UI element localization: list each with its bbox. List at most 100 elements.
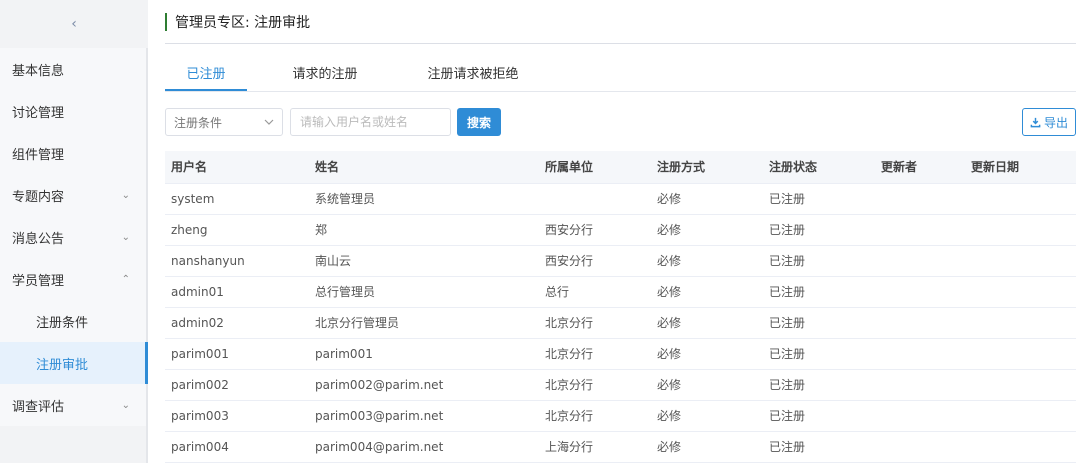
search-button[interactable]: 搜索 xyxy=(457,108,501,136)
cell-status: 已注册 xyxy=(763,245,875,277)
cell-status: 已注册 xyxy=(763,214,875,246)
cell-status: 已注册 xyxy=(763,307,875,339)
cell-username: nanshanyun xyxy=(165,245,309,277)
sidebar-item-basic-info[interactable]: 基本信息 xyxy=(0,48,146,90)
cell-username: zheng xyxy=(165,214,309,246)
sidebar-item-label: 消息公告 xyxy=(12,231,65,247)
cell-method: 必修 xyxy=(651,431,763,463)
cell-updater xyxy=(875,400,965,432)
table-row[interactable]: parim003 parim003@parim.net 北京分行 必修 已注册 xyxy=(165,400,1076,432)
cell-update-date xyxy=(965,431,1076,463)
tab-bar: 已注册 请求的注册 注册请求被拒绝 xyxy=(165,58,1076,92)
title-accent-bar xyxy=(165,13,167,31)
cell-username: system xyxy=(165,183,309,215)
cell-method: 必修 xyxy=(651,245,763,277)
column-header-unit[interactable]: 所属单位 xyxy=(539,151,651,184)
chevron-down-icon: ⌄ xyxy=(121,231,130,243)
export-label: 导出 xyxy=(1043,115,1068,130)
cell-unit: 北京分行 xyxy=(539,307,651,339)
cell-method: 必修 xyxy=(651,338,763,370)
column-header-status[interactable]: 注册状态 xyxy=(763,151,875,184)
header-divider xyxy=(165,43,1076,44)
cell-username: parim001 xyxy=(165,338,309,370)
cell-username: parim002 xyxy=(165,369,309,401)
cell-update-date xyxy=(965,245,1076,277)
cell-method: 必修 xyxy=(651,307,763,339)
cell-status: 已注册 xyxy=(763,183,875,215)
sidebar-item-label: 调查评估 xyxy=(12,399,65,415)
sidebar-item-components[interactable]: 组件管理 xyxy=(0,132,146,174)
cell-unit: 北京分行 xyxy=(539,400,651,432)
cell-name: 总行管理员 xyxy=(309,276,539,308)
sidebar-item-label: 注册审批 xyxy=(36,357,89,373)
sidebar-item-label: 注册条件 xyxy=(36,315,89,331)
table-row[interactable]: nanshanyun 南山云 西安分行 必修 已注册 xyxy=(165,245,1076,277)
tab-requested[interactable]: 请求的注册 xyxy=(275,58,375,92)
cell-name: 系统管理员 xyxy=(309,183,539,215)
cell-updater xyxy=(875,431,965,463)
table-row[interactable]: parim004 parim004@parim.net 上海分行 必修 已注册 xyxy=(165,431,1076,463)
search-input[interactable] xyxy=(290,108,451,136)
cell-unit: 西安分行 xyxy=(539,214,651,246)
cell-updater xyxy=(875,338,965,370)
sidebar-item-discussion[interactable]: 讨论管理 xyxy=(0,90,146,132)
cell-update-date xyxy=(965,369,1076,401)
cell-updater xyxy=(875,369,965,401)
collapse-sidebar-button[interactable]: ‹ xyxy=(0,0,148,48)
export-button[interactable]: 导出 xyxy=(1022,108,1076,136)
table-row[interactable]: parim002 parim002@parim.net 北京分行 必修 已注册 xyxy=(165,369,1076,401)
cell-update-date xyxy=(965,307,1076,339)
cell-update-date xyxy=(965,338,1076,370)
sidebar-item-label: 学员管理 xyxy=(12,273,65,289)
table-row[interactable]: parim001 parim001 北京分行 必修 已注册 xyxy=(165,338,1076,370)
sidebar-item-surveys[interactable]: 调查评估 ⌄ xyxy=(0,384,146,426)
cell-status: 已注册 xyxy=(763,276,875,308)
tab-rejected[interactable]: 注册请求被拒绝 xyxy=(410,58,536,92)
cell-status: 已注册 xyxy=(763,338,875,370)
cell-update-date xyxy=(965,276,1076,308)
column-header-method[interactable]: 注册方式 xyxy=(651,151,763,184)
table-body: system 系统管理员 必修 已注册 zheng 郑西安分行 必修 已注册 nanshanyu… xyxy=(165,183,1076,463)
cell-status: 已注册 xyxy=(763,431,875,463)
column-header-update-date[interactable]: 更新日期 xyxy=(965,151,1076,184)
condition-select-value: 注册条件 xyxy=(174,115,223,130)
sidebar-item-topics[interactable]: 专题内容 ⌄ xyxy=(0,174,146,216)
cell-name: 郑 xyxy=(309,214,539,246)
cell-name: parim003@parim.net xyxy=(309,400,539,432)
cell-unit: 北京分行 xyxy=(539,338,651,370)
sidebar-item-registration-conditions[interactable]: 注册条件 xyxy=(0,300,146,342)
table-row[interactable]: zheng 郑西安分行 必修 已注册 xyxy=(165,214,1076,246)
table-row[interactable]: system 系统管理员 必修 已注册 xyxy=(165,183,1076,215)
toolbar: 注册条件 搜索 导出 xyxy=(165,108,1076,136)
cell-status: 已注册 xyxy=(763,400,875,432)
column-header-name[interactable]: 姓名 xyxy=(309,151,539,184)
cell-name: 南山云 xyxy=(309,245,539,277)
registrations-table: 用户名 姓名 所属单位 注册方式 注册状态 更新者 更新日期 system 系统管… xyxy=(165,151,1076,463)
cell-method: 必修 xyxy=(651,400,763,432)
tab-registered[interactable]: 已注册 xyxy=(165,58,247,92)
cell-update-date xyxy=(965,400,1076,432)
cell-updater xyxy=(875,183,965,215)
cell-username: admin02 xyxy=(165,307,309,339)
column-header-updater[interactable]: 更新者 xyxy=(875,151,965,184)
sidebar-item-label: 讨论管理 xyxy=(12,105,65,121)
sidebar-item-learners[interactable]: 学员管理 ⌃ xyxy=(0,258,146,300)
page-title: 管理员专区: 注册审批 xyxy=(175,15,311,31)
table-row[interactable]: admin02 北京分行管理员 北京分行 必修 已注册 xyxy=(165,307,1076,339)
cell-unit: 西安分行 xyxy=(539,245,651,277)
sidebar-item-registration-approval[interactable]: 注册审批 xyxy=(0,342,148,384)
cell-method: 必修 xyxy=(651,214,763,246)
sidebar-item-label: 组件管理 xyxy=(12,147,65,163)
cell-unit: 上海分行 xyxy=(539,431,651,463)
sidebar-item-announcements[interactable]: 消息公告 ⌄ xyxy=(0,216,146,258)
cell-unit: 北京分行 xyxy=(539,369,651,401)
cell-unit: 总行 xyxy=(539,276,651,308)
condition-select[interactable]: 注册条件 xyxy=(165,108,283,136)
cell-username: admin01 xyxy=(165,276,309,308)
cell-username: parim003 xyxy=(165,400,309,432)
cell-status: 已注册 xyxy=(763,369,875,401)
column-header-username[interactable]: 用户名 xyxy=(165,151,309,184)
cell-updater xyxy=(875,245,965,277)
chevron-up-icon: ⌃ xyxy=(121,273,130,285)
table-row[interactable]: admin01 总行管理员 总行 必修 已注册 xyxy=(165,276,1076,308)
